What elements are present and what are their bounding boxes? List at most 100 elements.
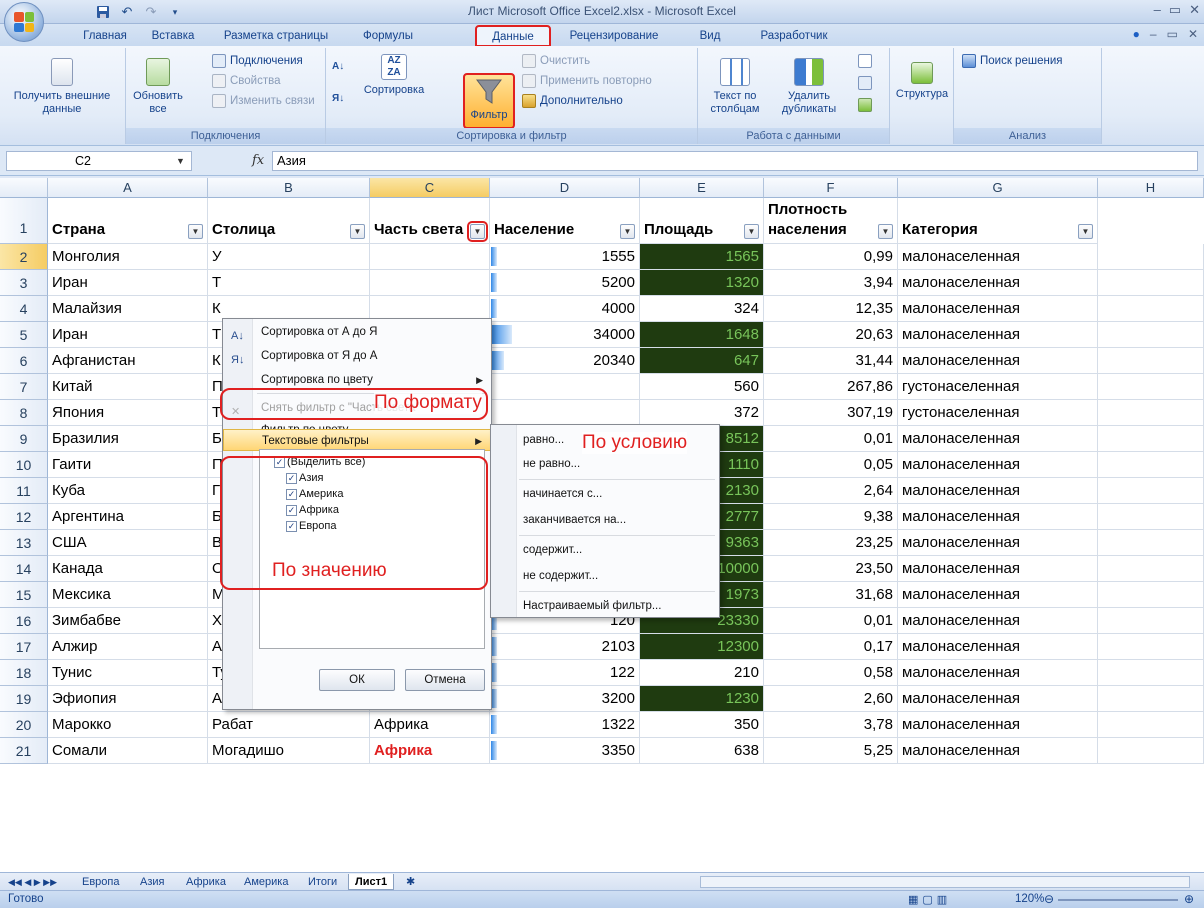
sheet-tab-europe[interactable]: Европа: [76, 874, 126, 890]
cell-g[interactable]: малонаселенная: [898, 686, 1098, 712]
sort-az-item[interactable]: A↓ Сортировка от А до Я: [223, 321, 491, 343]
cell-h[interactable]: [1098, 426, 1204, 452]
cell-d[interactable]: [490, 374, 640, 400]
text-to-columns-button[interactable]: Текст по столбцам: [700, 52, 770, 116]
cell-h[interactable]: [1098, 712, 1204, 738]
save-icon[interactable]: [94, 3, 112, 21]
cell-h[interactable]: [1098, 582, 1204, 608]
cell-h[interactable]: [1098, 374, 1204, 400]
cell-g[interactable]: малонаселенная: [898, 426, 1098, 452]
autofilter-button-d[interactable]: ▼: [620, 224, 635, 239]
autofilter-button-f[interactable]: ▼: [878, 224, 893, 239]
tab-view[interactable]: Вид: [690, 26, 730, 46]
zoom-slider[interactable]: [1058, 899, 1178, 901]
cell-h[interactable]: [1098, 634, 1204, 660]
autofilter-button-a[interactable]: ▼: [188, 224, 203, 239]
office-button[interactable]: [4, 2, 44, 42]
zoom-level[interactable]: 120%: [1015, 893, 1044, 905]
cell-g[interactable]: густонаселенная: [898, 374, 1098, 400]
not-equals-item[interactable]: не равно...: [523, 453, 580, 475]
cell-f[interactable]: 9,38: [764, 504, 898, 530]
cell-d[interactable]: [490, 400, 640, 426]
cell-f[interactable]: 3,78: [764, 712, 898, 738]
cell-f[interactable]: 5,25: [764, 738, 898, 764]
row-header[interactable]: 20: [0, 712, 48, 738]
view-buttons-icon[interactable]: ▦▢▥: [908, 893, 951, 906]
cell-d[interactable]: 20340: [490, 348, 640, 374]
cell-h[interactable]: [1098, 270, 1204, 296]
cell-h[interactable]: [1098, 686, 1204, 712]
cell-g[interactable]: малонаселенная: [898, 296, 1098, 322]
workbook-minimize-icon[interactable]: –: [1150, 27, 1157, 41]
cell-d[interactable]: 3200: [490, 686, 640, 712]
cell-e[interactable]: 350: [640, 712, 764, 738]
insert-function-icon[interactable]: fx: [252, 153, 264, 168]
data-validation-button[interactable]: [858, 52, 872, 70]
column-header-b[interactable]: B: [208, 178, 370, 198]
row-header[interactable]: 12: [0, 504, 48, 530]
horizontal-scrollbar[interactable]: [700, 876, 1190, 888]
cell-f[interactable]: 31,44: [764, 348, 898, 374]
cell-e[interactable]: 1648: [640, 322, 764, 348]
cell-a[interactable]: Канада: [48, 556, 208, 582]
cell-h[interactable]: [1098, 556, 1204, 582]
cell-a[interactable]: Бразилия: [48, 426, 208, 452]
cell-f[interactable]: 12,35: [764, 296, 898, 322]
column-header-c[interactable]: C: [370, 178, 490, 198]
undo-icon[interactable]: ↶: [118, 3, 136, 21]
help-icon[interactable]: ●: [1133, 27, 1140, 41]
cell-h[interactable]: [1098, 296, 1204, 322]
cell-a[interactable]: Алжир: [48, 634, 208, 660]
header-cell-b[interactable]: Столица ▼: [208, 198, 370, 244]
redo-icon[interactable]: ↷: [142, 3, 160, 21]
cell-g[interactable]: малонаселенная: [898, 738, 1098, 764]
cell-d[interactable]: 122: [490, 660, 640, 686]
begins-with-item[interactable]: начинается с...: [523, 483, 602, 505]
clear-button[interactable]: Очистить: [522, 52, 590, 70]
row-header[interactable]: 10: [0, 452, 48, 478]
cell-f[interactable]: 23,50: [764, 556, 898, 582]
cell-g[interactable]: малонаселенная: [898, 556, 1098, 582]
qat-customize-icon[interactable]: ▾: [166, 3, 184, 21]
sort-za-button[interactable]: Я↓: [332, 90, 344, 108]
cell-h[interactable]: [1098, 738, 1204, 764]
row-header[interactable]: 2: [0, 244, 48, 270]
column-header-a[interactable]: A: [48, 178, 208, 198]
row-header[interactable]: 8: [0, 400, 48, 426]
cell-g[interactable]: малонаселенная: [898, 634, 1098, 660]
autofilter-button-g[interactable]: ▼: [1078, 224, 1093, 239]
close-icon[interactable]: ✕: [1189, 2, 1200, 18]
edit-links-button[interactable]: Изменить связи: [212, 92, 315, 110]
header-cell-g[interactable]: Категория ▼: [898, 198, 1098, 244]
custom-filter-item[interactable]: Настраиваемый фильтр...: [523, 595, 661, 617]
cell-a[interactable]: Иран: [48, 322, 208, 348]
cell-e[interactable]: 647: [640, 348, 764, 374]
tab-page-layout[interactable]: Разметка страницы: [210, 26, 342, 46]
cell-h[interactable]: [1098, 660, 1204, 686]
cell-a[interactable]: Тунис: [48, 660, 208, 686]
header-cell-d[interactable]: Население ▼: [490, 198, 640, 244]
outline-button[interactable]: Структура: [892, 52, 952, 101]
cell-h[interactable]: [1098, 504, 1204, 530]
cell-d[interactable]: 5200: [490, 270, 640, 296]
row-header[interactable]: 16: [0, 608, 48, 634]
cell-f[interactable]: 20,63: [764, 322, 898, 348]
cancel-button[interactable]: Отмена: [405, 669, 485, 691]
cell-a[interactable]: Афганистан: [48, 348, 208, 374]
get-external-data-button[interactable]: Получить внешние данные: [2, 52, 122, 116]
cell-g[interactable]: малонаселенная: [898, 712, 1098, 738]
sheet-tab-africa[interactable]: Африка: [180, 874, 232, 890]
cell-a[interactable]: Аргентина: [48, 504, 208, 530]
row-header[interactable]: 1: [0, 198, 48, 244]
cell-e[interactable]: 560: [640, 374, 764, 400]
cell-a[interactable]: Зимбабве: [48, 608, 208, 634]
header-cell-c[interactable]: Часть света ▼: [370, 198, 490, 244]
cell-d[interactable]: 2103: [490, 634, 640, 660]
cell-e[interactable]: 1565: [640, 244, 764, 270]
cell-f[interactable]: 3,94: [764, 270, 898, 296]
properties-button[interactable]: Свойства: [212, 72, 281, 90]
cell-b[interactable]: У: [208, 244, 370, 270]
cell-c[interactable]: Африка: [370, 738, 490, 764]
sheet-nav-icon[interactable]: ◀◀ ◀ ▶ ▶▶: [2, 874, 63, 890]
cell-a[interactable]: Эфиопия: [48, 686, 208, 712]
